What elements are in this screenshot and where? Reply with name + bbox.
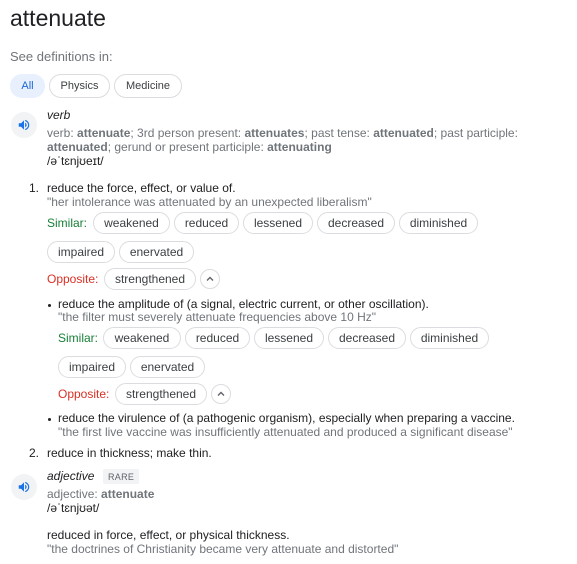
- similar-chip-diminished[interactable]: diminished: [399, 212, 478, 234]
- similar-chip-impaired[interactable]: impaired: [47, 241, 115, 263]
- chevron-up-icon: [206, 276, 214, 281]
- adjective-definition: reduced in force, effect, or physical th…: [47, 528, 290, 542]
- sense-number-2: 2.: [29, 446, 40, 460]
- definition-1: reduce the force, effect, or value of.: [47, 181, 236, 195]
- tab-medicine[interactable]: Medicine: [114, 74, 182, 98]
- subsense-definition-2: reduce the virulence of (a pathogenic or…: [58, 411, 515, 425]
- bullet: [48, 304, 51, 307]
- expand-opposites-button[interactable]: [200, 269, 220, 289]
- subsense-example-2: "the first live vaccine was insufficient…: [58, 425, 513, 439]
- similar-chip-enervated[interactable]: enervated: [119, 241, 194, 263]
- verb-forms: verb: attenuate; 3rd person present: att…: [47, 126, 518, 154]
- adjective-example: "the doctrines of Christianity became ve…: [47, 542, 399, 556]
- tab-physics[interactable]: Physics: [49, 74, 110, 98]
- sense-number-1: 1.: [29, 181, 40, 195]
- pronunciation-speaker-button-verb[interactable]: [11, 112, 37, 138]
- pronunciation-speaker-button-adjective[interactable]: [11, 474, 37, 500]
- similar-chip-reduced[interactable]: reduced: [185, 327, 250, 349]
- similar-label: Similar:: [58, 331, 99, 345]
- pronunciation-adjective: /əˈtɛnjʊət/: [47, 501, 100, 515]
- similar-chip-weakened[interactable]: weakened: [103, 327, 181, 349]
- similar-chip-impaired[interactable]: impaired: [58, 356, 126, 378]
- pos-label-adjective: adjective: [47, 469, 95, 483]
- definition-2: reduce in thickness; make thin.: [47, 446, 212, 460]
- similar-chip-diminished[interactable]: diminished: [410, 327, 489, 349]
- similar-label: Similar:: [47, 216, 88, 230]
- see-definitions-label: See definitions in:: [10, 49, 113, 64]
- pos-label-verb: verb: [47, 108, 71, 122]
- tab-all[interactable]: All: [10, 74, 45, 98]
- adjective-forms: adjective: attenuate: [47, 487, 155, 501]
- bullet: [48, 418, 51, 421]
- speaker-icon: [18, 481, 30, 493]
- rare-badge: RARE: [103, 469, 140, 484]
- similar-chip-decreased[interactable]: decreased: [317, 212, 395, 234]
- opposite-label: Opposite:: [58, 387, 110, 401]
- similar-chip-lessened[interactable]: lessened: [254, 327, 324, 349]
- example-1: "her intolerance was attenuated by an un…: [47, 195, 372, 209]
- similar-chip-weakened[interactable]: weakened: [93, 212, 170, 234]
- similar-chip-enervated[interactable]: enervated: [130, 356, 205, 378]
- chevron-up-icon: [217, 391, 225, 396]
- expand-opposites-button[interactable]: [211, 384, 231, 404]
- opposite-chip-strengthened[interactable]: strengthened: [104, 268, 196, 290]
- similar-chip-reduced[interactable]: reduced: [174, 212, 239, 234]
- opposite-label: Opposite:: [47, 272, 99, 286]
- opposite-chip-strengthened[interactable]: strengthened: [115, 383, 207, 405]
- similar-chip-decreased[interactable]: decreased: [328, 327, 406, 349]
- word-title: attenuate: [10, 5, 106, 31]
- subsense-definition-1: reduce the amplitude of (a signal, elect…: [58, 297, 429, 311]
- pronunciation-verb: /əˈtɛnjʊeɪt/: [47, 154, 104, 168]
- similar-chip-lessened[interactable]: lessened: [243, 212, 313, 234]
- subsense-example-1: "the filter must severely attenuate freq…: [58, 310, 377, 324]
- speaker-icon: [18, 119, 30, 131]
